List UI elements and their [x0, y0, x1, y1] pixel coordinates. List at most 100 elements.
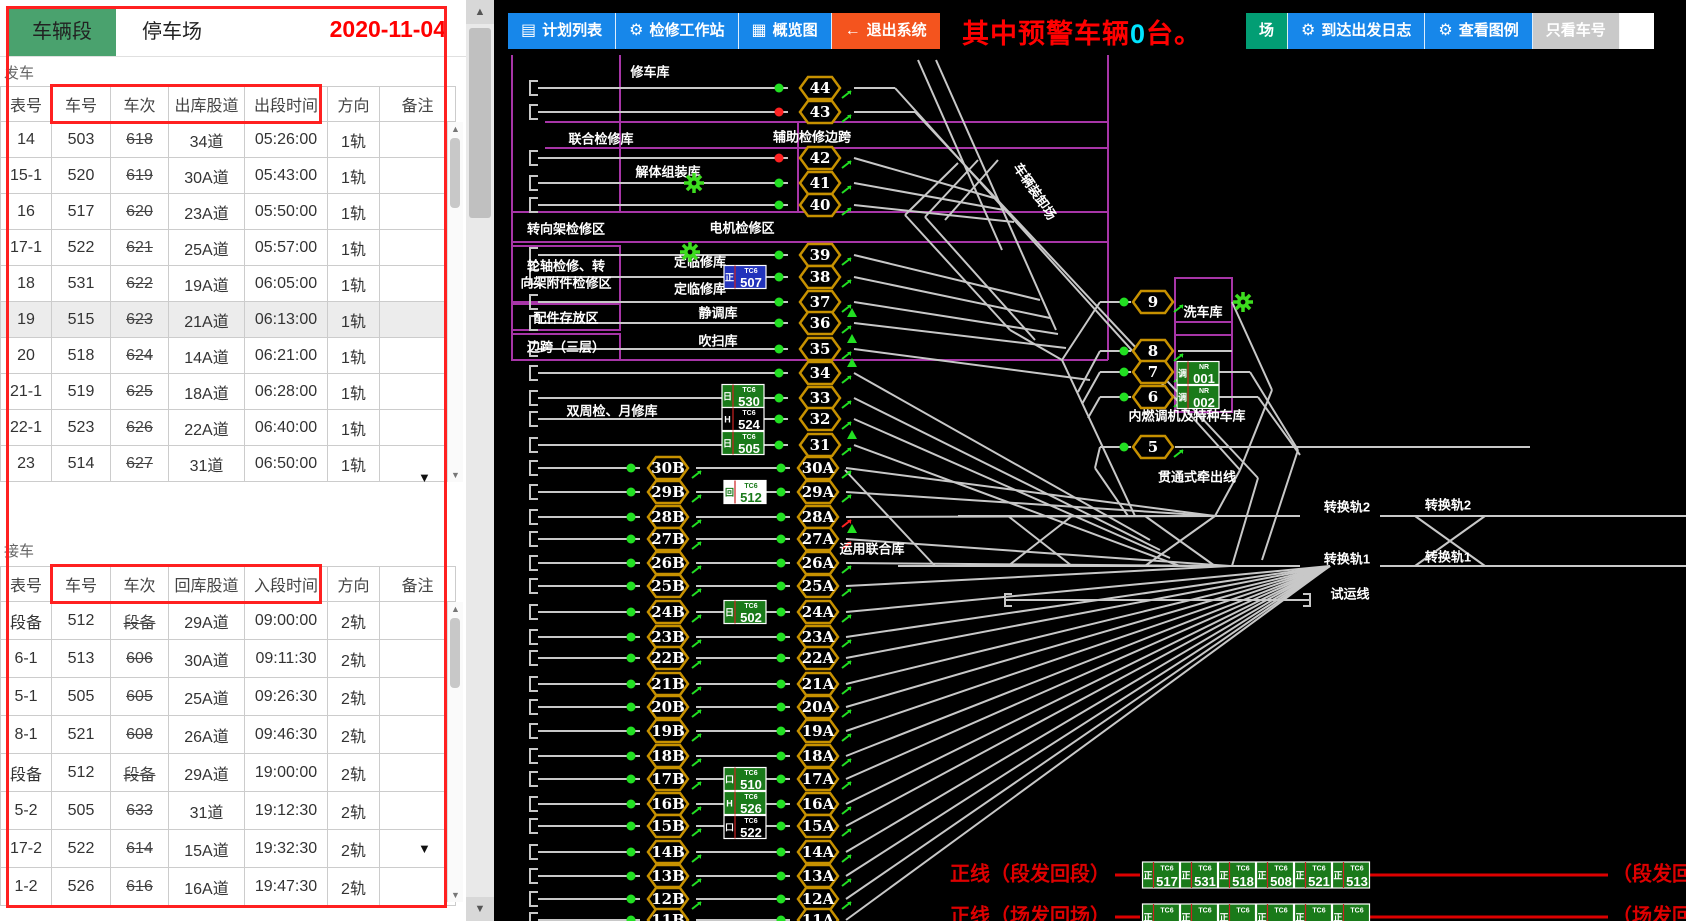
tab-depot[interactable]: 车辆段 — [8, 8, 116, 56]
track-badge-32[interactable]: 32 — [800, 408, 840, 430]
arrival-scrollbar[interactable]: ▲ ▼ — [447, 602, 463, 902]
track-badge-29B[interactable]: 29B — [648, 481, 688, 503]
tab-parking-lot[interactable]: 停车场 — [116, 8, 228, 56]
track-badge-21B[interactable]: 21B — [648, 673, 688, 695]
table-row[interactable]: 21-151962518A道06:28:001轨 — [1, 374, 456, 410]
track-badge-12B[interactable]: 12B — [648, 888, 688, 910]
track-badge-14A[interactable]: 14A — [798, 841, 838, 863]
train-badge-507[interactable]: 正TC6507 — [724, 266, 766, 291]
track-badge-19B[interactable]: 19B — [648, 720, 688, 742]
table-row[interactable]: 5-250563331道19:12:302轨 — [1, 792, 456, 830]
track-badge-21A[interactable]: 21A — [798, 673, 838, 695]
track-badge-42[interactable]: 42 — [800, 147, 840, 169]
table-row[interactable]: 5-150560525A道09:26:302轨 — [1, 678, 456, 716]
toolbar-right-button-1[interactable]: ⚙到达出发日志 — [1288, 13, 1425, 49]
track-badge-27A[interactable]: 27A — [798, 528, 838, 550]
train-badge-531[interactable]: 正TC6531 — [1181, 862, 1218, 889]
train-badge-526[interactable]: HTC6526 — [724, 792, 766, 817]
scroll-up-icon[interactable]: ▲ — [450, 124, 461, 134]
train-badge-hidden[interactable]: 正TC6 — [1181, 904, 1218, 921]
train-badge-hidden[interactable]: 正TC6 — [1257, 904, 1294, 921]
track-badge-7[interactable]: 7 — [1133, 361, 1173, 383]
train-badge-001[interactable]: 调NR001 — [1177, 362, 1219, 387]
track-badge-18A[interactable]: 18A — [798, 745, 838, 767]
track-badge-33[interactable]: 33 — [800, 387, 840, 409]
table-row[interactable]: 1651762023A道05:50:001轨 — [1, 194, 456, 230]
train-badge-hidden[interactable]: 正TC6 — [1295, 904, 1332, 921]
departure-scrollbar[interactable]: ▲ ▼ — [447, 122, 463, 482]
toolbar-right-button-0[interactable]: 场 — [1246, 13, 1288, 49]
track-badge-27B[interactable]: 27B — [648, 528, 688, 550]
scrollbar-thumb[interactable] — [450, 618, 460, 688]
train-badge-524[interactable]: HTC6524 — [722, 408, 764, 433]
toolbar-right-button-2[interactable]: ⚙查看图例 — [1425, 13, 1532, 49]
track-badge-19A[interactable]: 19A — [798, 720, 838, 742]
train-badge-hidden[interactable]: 正TC6 — [1143, 904, 1180, 921]
track-badge-31[interactable]: 31 — [800, 434, 840, 456]
track-badge-11A[interactable]: 11A — [798, 909, 838, 921]
toolbar-left-button-3[interactable]: ←退出系统 — [832, 13, 940, 49]
train-badge-hidden[interactable]: 正TC6 — [1219, 904, 1256, 921]
train-badge-518[interactable]: 正TC6518 — [1219, 862, 1256, 889]
table-row[interactable]: 1853162219A道06:05:001轨 — [1, 266, 456, 302]
track-badge-22A[interactable]: 22A — [798, 647, 838, 669]
scroll-down-icon[interactable]: ▼ — [450, 470, 461, 480]
track-badge-25B[interactable]: 25B — [648, 575, 688, 597]
train-badge-512[interactable]: 回TC6512 — [724, 481, 766, 506]
track-badge-22B[interactable]: 22B — [648, 647, 688, 669]
track-badge-9[interactable]: 9 — [1133, 291, 1173, 313]
train-badge-513[interactable]: 正TC6513 — [1333, 862, 1370, 889]
scrollbar-thumb[interactable] — [450, 138, 460, 208]
track-badge-20B[interactable]: 20B — [648, 696, 688, 718]
scroll-up-icon[interactable]: ▲ — [450, 604, 461, 614]
train-badge-505[interactable]: 日TC6505 — [722, 432, 764, 457]
track-badge-16B[interactable]: 16B — [648, 793, 688, 815]
train-badge-hidden[interactable]: 正TC6 — [1333, 904, 1370, 921]
toolbar-right-button-3[interactable]: 只看车号 — [1533, 13, 1620, 49]
track-badge-16A[interactable]: 16A — [798, 793, 838, 815]
track-badge-15B[interactable]: 15B — [648, 815, 688, 837]
departure-scroll-down-icon[interactable]: ▼ — [418, 470, 431, 485]
track-badge-15A[interactable]: 15A — [798, 815, 838, 837]
train-badge-502[interactable]: 日TC6502 — [724, 601, 766, 626]
track-badge-14B[interactable]: 14B — [648, 841, 688, 863]
track-badge-23B[interactable]: 23B — [648, 626, 688, 648]
track-badge-28B[interactable]: 28B — [648, 506, 688, 528]
track-badge-39[interactable]: 39 — [800, 244, 840, 266]
track-badge-17A[interactable]: 17A — [798, 768, 838, 790]
table-row[interactable]: 1-252661616A道19:47:302轨 — [1, 868, 456, 906]
track-badge-26B[interactable]: 26B — [648, 552, 688, 574]
show-car-number-checkbox[interactable] — [1620, 13, 1654, 49]
track-badge-30A[interactable]: 30A — [798, 457, 838, 479]
track-badge-6[interactable]: 6 — [1133, 386, 1173, 408]
track-badge-11B[interactable]: 11B — [648, 909, 688, 921]
track-badge-40[interactable]: 40 — [800, 194, 840, 216]
scrollbar-thumb[interactable] — [469, 28, 491, 218]
table-row[interactable]: 2051862414A道06:21:001轨 — [1, 338, 456, 374]
track-badge-35[interactable]: 35 — [800, 338, 840, 360]
track-badge-18B[interactable]: 18B — [648, 745, 688, 767]
train-badge-521[interactable]: 正TC6521 — [1295, 862, 1332, 889]
scroll-down-icon[interactable]: ▼ — [450, 890, 461, 900]
table-row[interactable]: 6-151360630A道09:11:302轨 — [1, 640, 456, 678]
track-badge-13A[interactable]: 13A — [798, 865, 838, 887]
toolbar-left-button-1[interactable]: ⚙检修工作站 — [616, 13, 738, 49]
train-badge-517[interactable]: 正TC6517 — [1143, 862, 1180, 889]
track-badge-26A[interactable]: 26A — [798, 552, 838, 574]
table-row[interactable]: 1951562321A道06:13:001轨 — [1, 302, 456, 338]
arrival-scroll-down-icon[interactable]: ▼ — [418, 841, 431, 856]
train-badge-522[interactable]: 口TC6522 — [724, 816, 766, 841]
track-badge-12A[interactable]: 12A — [798, 888, 838, 910]
track-badge-41[interactable]: 41 — [800, 172, 840, 194]
track-badge-17B[interactable]: 17B — [648, 768, 688, 790]
track-badge-8[interactable]: 8 — [1133, 340, 1173, 362]
scroll-up-icon[interactable]: ▲ — [466, 0, 494, 24]
track-badge-37[interactable]: 37 — [800, 291, 840, 313]
track-badge-34[interactable]: 34 — [800, 362, 840, 384]
train-badge-002[interactable]: 调NR002 — [1177, 386, 1219, 411]
panel-main-scrollbar[interactable]: ▲ ▼ — [466, 0, 494, 921]
track-badge-5[interactable]: 5 — [1133, 436, 1173, 458]
table-row[interactable]: 22-152362622A道06:40:001轨 — [1, 410, 456, 446]
track-badge-24A[interactable]: 24A — [798, 601, 838, 623]
train-badge-508[interactable]: 正TC6508 — [1257, 862, 1294, 889]
